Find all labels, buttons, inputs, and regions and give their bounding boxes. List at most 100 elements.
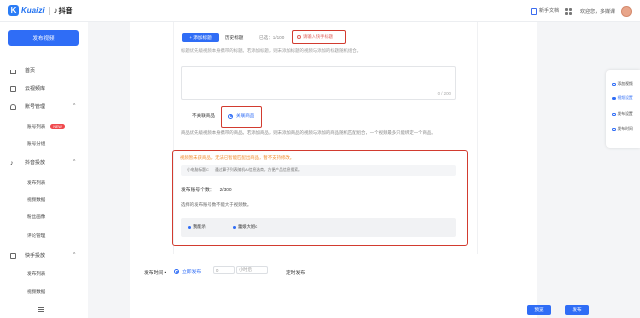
selected-label: 已选： (259, 34, 273, 40)
title-textarea[interactable]: 0 / 200 (181, 66, 456, 100)
home-icon (10, 69, 16, 74)
docs-link[interactable]: 新手文档 (530, 7, 559, 15)
kuaishou-title-input[interactable]: 请输入快手标题 (292, 30, 346, 44)
sidebar-item-account-management[interactable]: 账号管理 (10, 103, 45, 110)
anchor-dot-icon (612, 112, 616, 117)
brand-logo[interactable]: K Kuaizi ♪ 抖音 (8, 5, 73, 16)
chevron-up-icon[interactable]: ^ (73, 103, 75, 109)
sidebar-item-account-list[interactable]: 账号列表 NEW (27, 124, 65, 130)
anchor-dot-icon (612, 96, 616, 101)
sidebar-item-ks-publish-list[interactable]: 发布列表 (27, 271, 45, 277)
new-badge: NEW (50, 124, 65, 130)
account-icon (188, 225, 191, 229)
count-label: 发布账号个数： (181, 188, 215, 193)
sidebar-item-label: 账号管理 (25, 104, 46, 110)
publish-video-button[interactable]: 发布视频 (8, 30, 79, 46)
account-tip: 选择的发布账号数不能大于视频数。 (181, 202, 252, 207)
top-right-group: 新手文档 欢迎您，多媒课 (530, 0, 632, 22)
account-icon (233, 225, 236, 229)
kuaizi-logo-icon: K (8, 5, 19, 16)
sidebar-item-video-data[interactable]: 视频数据 (27, 197, 45, 203)
collapse-menu-icon[interactable] (38, 307, 44, 312)
sidebar-item-publish-list[interactable]: 发布列表 (27, 180, 45, 186)
radio-label: 关联商品 (236, 113, 255, 118)
anchor-item-publish-time[interactable]: 发布时间 (612, 127, 633, 132)
account-name: 蕾娘大姐c (238, 224, 258, 229)
sidebar-item-label: 账号分组 (27, 141, 46, 146)
goods-select[interactable]: 小电脑标题C 通过算子列表随机AI信息选商，方便产品信息搜索。 (181, 165, 456, 176)
anchor-label: 发布时间 (617, 127, 633, 131)
radio-label: 立即发布 (182, 270, 202, 275)
account-chip[interactable]: 我能杀 (188, 224, 206, 230)
logo-divider (48, 6, 50, 15)
sidebar-item-label: 视频数据 (27, 289, 46, 294)
sidebar-item-label: 视频数据 (27, 197, 46, 202)
add-title-button[interactable]: + 添加标题 (182, 33, 219, 42)
select-text: 通过算子列表随机AI信息选商，方便产品信息搜索。 (214, 168, 302, 172)
sidebar-item-label: 粉丝画像 (27, 214, 46, 219)
publish-time-label: 发布时间 • (144, 271, 167, 276)
history-titles-button[interactable]: 历史标题 (225, 33, 243, 42)
select-tag: 小电脑标题C (187, 168, 209, 172)
logo-text: Kuaizi (21, 6, 45, 15)
radio-scheduled-publish[interactable]: 定时发布 (286, 269, 305, 276)
char-counter: 0 / 200 (437, 91, 451, 96)
kuaishou-icon (10, 252, 16, 259)
title-placeholder: 请输入快手标题 (303, 34, 334, 39)
anchor-label: 发布设置 (617, 112, 633, 116)
sidebar-item-label: 评论管理 (27, 233, 46, 238)
account-list-panel (181, 218, 456, 237)
anchor-dot-icon (612, 127, 616, 132)
sidebar-item-fan-profile[interactable]: 粉丝画像 (27, 214, 45, 220)
avatar[interactable] (621, 5, 632, 17)
radio-publish-now[interactable]: 立即发布 (174, 268, 201, 275)
radio-link-goods[interactable]: 关联商品 (228, 113, 254, 119)
sidebar-item-home[interactable]: 首页 (10, 67, 35, 74)
douyin-icon: ♪ (53, 6, 58, 15)
chevron-up-icon[interactable]: ^ (73, 252, 75, 258)
sidebar-item-cloud-library[interactable]: 云视频库 (10, 85, 45, 92)
tiktok-icon: ♪ (10, 159, 14, 167)
sidebar-item-ks-video-data[interactable]: 视频数据 (27, 289, 45, 295)
sidebar-item-label: 发布列表 (27, 271, 46, 276)
sidebar-item-comment-management[interactable]: 评论管理 (27, 233, 45, 239)
docs-label: 新手文档 (538, 8, 559, 15)
sidebar-item-label: 云视频库 (25, 86, 46, 92)
document-icon (530, 7, 537, 15)
radio-no-goods[interactable]: 不关联商品 (192, 113, 215, 119)
anchor-label: 视频设置 (617, 96, 633, 100)
anchor-dot-icon (612, 82, 616, 87)
user-icon (10, 103, 16, 110)
delay-input[interactable]: 0 (213, 266, 235, 274)
selected-count: 已选： 1/100 (259, 33, 284, 42)
sidebar-item-account-groups[interactable]: 账号分组 (27, 141, 45, 147)
radio-selected-icon (174, 269, 179, 274)
radio-selected-icon (228, 113, 233, 119)
sidebar-item-label: 发布列表 (27, 180, 46, 185)
sidebar-item-kuaishou-delivery[interactable]: 快手投放 (10, 252, 45, 259)
sidebar-item-label: 抖音投放 (25, 160, 46, 166)
info-circle-icon (297, 35, 301, 39)
welcome-text: 欢迎您，多媒课 (579, 8, 615, 15)
anchor-item-publish-settings[interactable]: 发布设置 (612, 112, 633, 117)
delay-unit-select[interactable]: 小时后 (236, 266, 268, 274)
goods-warning: 视频暂未获商品，无法已智能匹配出商品，暂不支持修改。 (180, 155, 295, 160)
sidebar-item-label: 快手投放 (25, 253, 46, 259)
douyin-label: 抖音 (58, 7, 73, 15)
anchor-item-video-settings[interactable]: 视频设置 (612, 96, 633, 101)
cloud-icon (10, 85, 16, 92)
sidebar-item-douyin-delivery[interactable]: ♪ 抖音投放 (10, 159, 46, 167)
account-chip[interactable]: 蕾娘大姐c (233, 224, 257, 230)
title-hint: 标题优先级视频本身携带的标题。若添加标题，则未添加标题的视频与添加的标题随机组合… (181, 48, 362, 53)
top-bar: K Kuaizi ♪ 抖音 新手文档 欢迎您，多媒课 (0, 0, 640, 22)
preview-button[interactable]: 预览 (527, 305, 551, 315)
goods-hint: 商品优先级视频本身携带的商品。若添加商品，则未添加商品的视频与添加的商品随机匹配… (181, 130, 436, 135)
douyin-brand: ♪ 抖音 (54, 6, 73, 16)
anchor-item-add-video[interactable]: 添加视频 (612, 82, 633, 87)
account-name: 我能杀 (193, 224, 206, 229)
chevron-up-icon[interactable]: ^ (73, 159, 75, 165)
publish-button[interactable]: 发布 (565, 305, 589, 315)
apps-grid-icon[interactable] (564, 7, 572, 15)
count-value: 2/300 (219, 188, 232, 193)
anchor-label: 添加视频 (617, 82, 633, 86)
